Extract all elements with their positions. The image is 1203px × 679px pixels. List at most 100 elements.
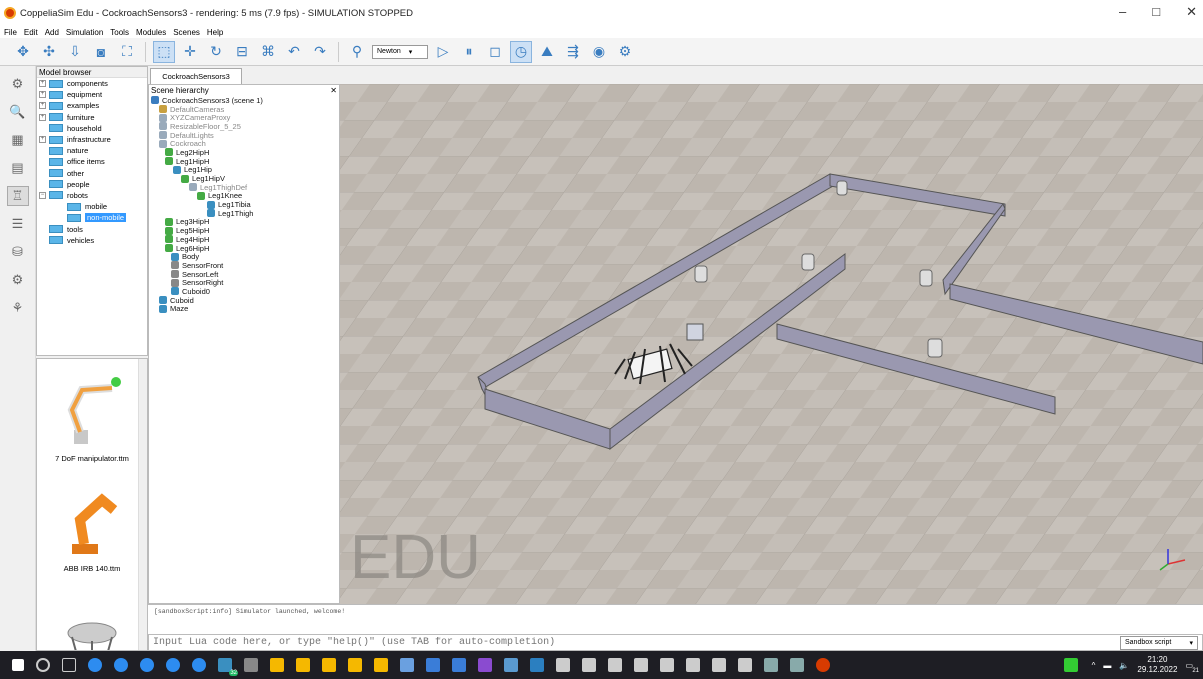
thumb-7dof[interactable]: 7 DoF manipulator.ttm (37, 359, 147, 469)
collections-icon[interactable]: ♖ (6, 186, 29, 206)
chrome-icon[interactable] (88, 658, 102, 672)
model-folder-item[interactable]: + equipment (37, 89, 147, 100)
chrome-icon[interactable] (192, 658, 206, 672)
app-icon[interactable] (764, 658, 778, 672)
document-icon[interactable] (608, 658, 622, 672)
document-icon[interactable] (556, 658, 570, 672)
camera-shift-icon[interactable]: ⇩ (64, 41, 86, 63)
model-folder-item[interactable]: mobile (37, 201, 147, 212)
menu-file[interactable]: File (4, 28, 17, 37)
shape-edit-icon[interactable]: ⛁ (7, 242, 29, 262)
chrome-icon[interactable] (166, 658, 180, 672)
document-icon[interactable] (660, 658, 674, 672)
hierarchy-item[interactable]: Cuboid (149, 296, 339, 305)
expander-icon[interactable]: + (39, 113, 46, 121)
scene-object-properties-icon[interactable]: ▦ (7, 130, 29, 150)
object-shift-icon[interactable]: ✛ (179, 41, 201, 63)
script-select[interactable]: Sandbox script ▾ (1120, 635, 1198, 650)
hierarchy-item[interactable]: Leg1HipH (149, 157, 339, 166)
thread-rendering-icon[interactable]: ⚙ (614, 41, 636, 63)
pause-icon[interactable]: ⏸ (458, 41, 480, 63)
camera-angle-icon[interactable]: ◙ (90, 41, 112, 63)
battery-icon[interactable]: ▬ (1103, 661, 1111, 670)
lua-command-input[interactable] (149, 637, 1120, 648)
document-icon[interactable] (452, 658, 466, 672)
chrome-icon[interactable] (114, 658, 128, 672)
model-folder-item[interactable]: + infrastructure (37, 134, 147, 145)
hierarchy-item[interactable]: Cockroach (149, 139, 339, 148)
model-folder-item[interactable]: non-mobile (37, 212, 147, 223)
model-folder-item[interactable]: + examples (37, 100, 147, 111)
hierarchy-item[interactable]: Cuboid0 (149, 287, 339, 296)
thumb-abb[interactable]: ABB IRB 140.ttm (37, 469, 147, 579)
fit-to-view-icon[interactable]: ⛶ (116, 41, 138, 63)
hierarchy-item[interactable]: Leg3HipH (149, 217, 339, 226)
document-icon[interactable] (712, 658, 726, 672)
simulation-settings-icon[interactable]: ⚙ (7, 74, 29, 94)
expander-icon[interactable]: + (39, 91, 46, 99)
app-icon[interactable] (504, 658, 518, 672)
folder-icon[interactable] (296, 658, 310, 672)
close-button[interactable]: ✕ (1186, 4, 1197, 20)
hierarchy-item[interactable]: Leg1Tibia (149, 200, 339, 209)
chrome-icon[interactable] (140, 658, 154, 672)
tab-scene[interactable]: CockroachSensors3 (150, 68, 242, 84)
hierarchy-item[interactable]: Body (149, 252, 339, 261)
model-folder-item[interactable]: − robots (37, 190, 147, 201)
close-icon[interactable]: ✕ (330, 86, 337, 95)
model-folder-item[interactable]: other (37, 168, 147, 179)
minimize-button[interactable]: – (1119, 4, 1126, 20)
document-icon[interactable] (686, 658, 700, 672)
thumbnail-scrollbar[interactable] (138, 359, 147, 650)
model-folder-item[interactable]: + furniture (37, 112, 147, 123)
app-icon[interactable] (530, 658, 544, 672)
expander-icon[interactable]: + (39, 80, 46, 88)
stop-icon[interactable]: ◻ (484, 41, 506, 63)
camera-pan-icon[interactable]: ✥ (12, 41, 34, 63)
hierarchy-item[interactable]: XYZCameraProxy (149, 113, 339, 122)
app-icon[interactable]: 32 (218, 658, 238, 676)
menu-modules[interactable]: Modules (136, 28, 166, 37)
menu-scenes[interactable]: Scenes (173, 28, 200, 37)
hierarchy-item[interactable]: CockroachSensors3 (scene 1) (149, 96, 339, 105)
notification-icon[interactable]: ▭ 21 (1185, 661, 1199, 674)
hierarchy-item[interactable]: SensorLeft (149, 270, 339, 279)
document-icon[interactable] (738, 658, 752, 672)
slow-down-icon[interactable]: ⛰ (536, 41, 558, 63)
calculation-modules-icon[interactable]: ▤ (7, 158, 29, 178)
search-icon[interactable]: 🔍 (7, 102, 29, 122)
model-folder-item[interactable]: household (37, 123, 147, 134)
chart-icon[interactable] (1063, 658, 1078, 672)
play-icon[interactable]: ▷ (432, 41, 454, 63)
expander-icon[interactable]: + (39, 136, 46, 144)
hierarchy-item[interactable]: Leg6HipH (149, 244, 339, 253)
hierarchy-item[interactable]: Leg1Thigh (149, 209, 339, 218)
folder-icon[interactable] (374, 658, 388, 672)
clock[interactable]: 21:20 29.12.2022 (1137, 655, 1177, 675)
object-rotate-icon[interactable]: ↻ (205, 41, 227, 63)
hierarchy-item[interactable]: ResizableFloor_5_25 (149, 122, 339, 131)
hierarchy-item[interactable]: Leg5HipH (149, 226, 339, 235)
redo-icon[interactable]: ↷ (309, 41, 331, 63)
task-view-icon[interactable] (62, 658, 76, 672)
dynamics-engine-icon[interactable]: ⚲ (346, 41, 368, 63)
click-select-icon[interactable]: ⬚ (153, 40, 175, 63)
camera-rotate-icon[interactable]: ✣ (38, 41, 60, 63)
folder-icon[interactable] (270, 658, 284, 672)
hierarchy-item[interactable]: Maze (149, 304, 339, 313)
hierarchy-item[interactable]: Leg1Hip (149, 165, 339, 174)
real-time-icon[interactable]: ◷ (510, 40, 532, 63)
visual-studio-icon[interactable] (478, 658, 492, 672)
physics-engine-select[interactable]: Newton ▾ (372, 44, 428, 59)
hierarchy-item[interactable]: Leg1Knee (149, 191, 339, 200)
app-icon[interactable] (244, 658, 258, 672)
volume-icon[interactable]: 🔈 (1119, 661, 1129, 670)
model-folder-item[interactable]: nature (37, 145, 147, 156)
visualization-icon[interactable]: ◉ (588, 41, 610, 63)
menu-add[interactable]: Add (45, 28, 59, 37)
model-folder-item[interactable]: people (37, 179, 147, 190)
hierarchy-item[interactable]: SensorRight (149, 278, 339, 287)
document-icon[interactable] (582, 658, 596, 672)
windows-start-icon[interactable] (12, 659, 24, 671)
chevron-up-icon[interactable]: ^ (1092, 661, 1096, 670)
